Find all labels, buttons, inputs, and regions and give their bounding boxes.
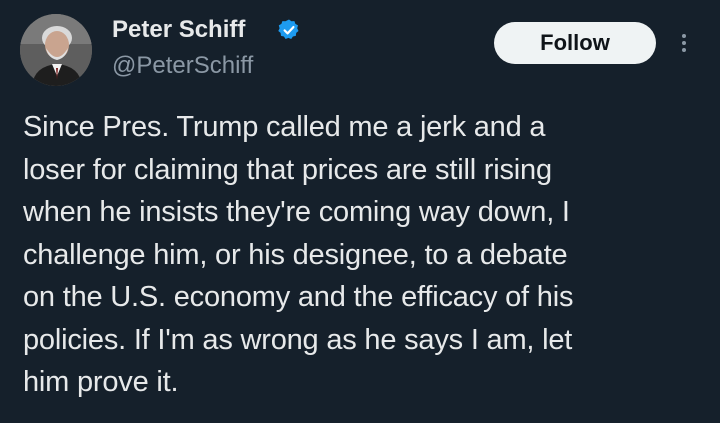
tweet-text-line: him prove it. [23,366,179,398]
author-avatar[interactable] [20,14,92,86]
tweet-text-line: Since Pres. Trump called me a jerk and a [23,111,546,143]
avatar-photo [20,14,92,86]
more-vertical-icon[interactable] [679,34,689,56]
tweet-text-line: policies. If I'm as wrong as he says I a… [23,323,573,356]
tweet-text-line: on the U.S. economy and the efficacy of … [23,281,574,313]
tweet-card: Peter Schiff @PeterSchiff Follow Since P… [0,0,720,423]
author-display-name[interactable]: Peter Schiff [112,16,245,44]
tweet-text: Since Pres. Trump called me a jerk and a… [23,106,703,404]
tweet-text-line: challenge him, or his designee, to a deb… [23,238,568,271]
follow-button[interactable]: Follow [494,22,656,64]
author-handle[interactable]: @PeterSchiff [112,52,253,80]
verified-badge-icon [278,19,299,39]
tweet-text-line: loser for claiming that prices are still… [23,153,552,186]
tweet-text-line: when he insists they're coming way down,… [23,196,570,228]
